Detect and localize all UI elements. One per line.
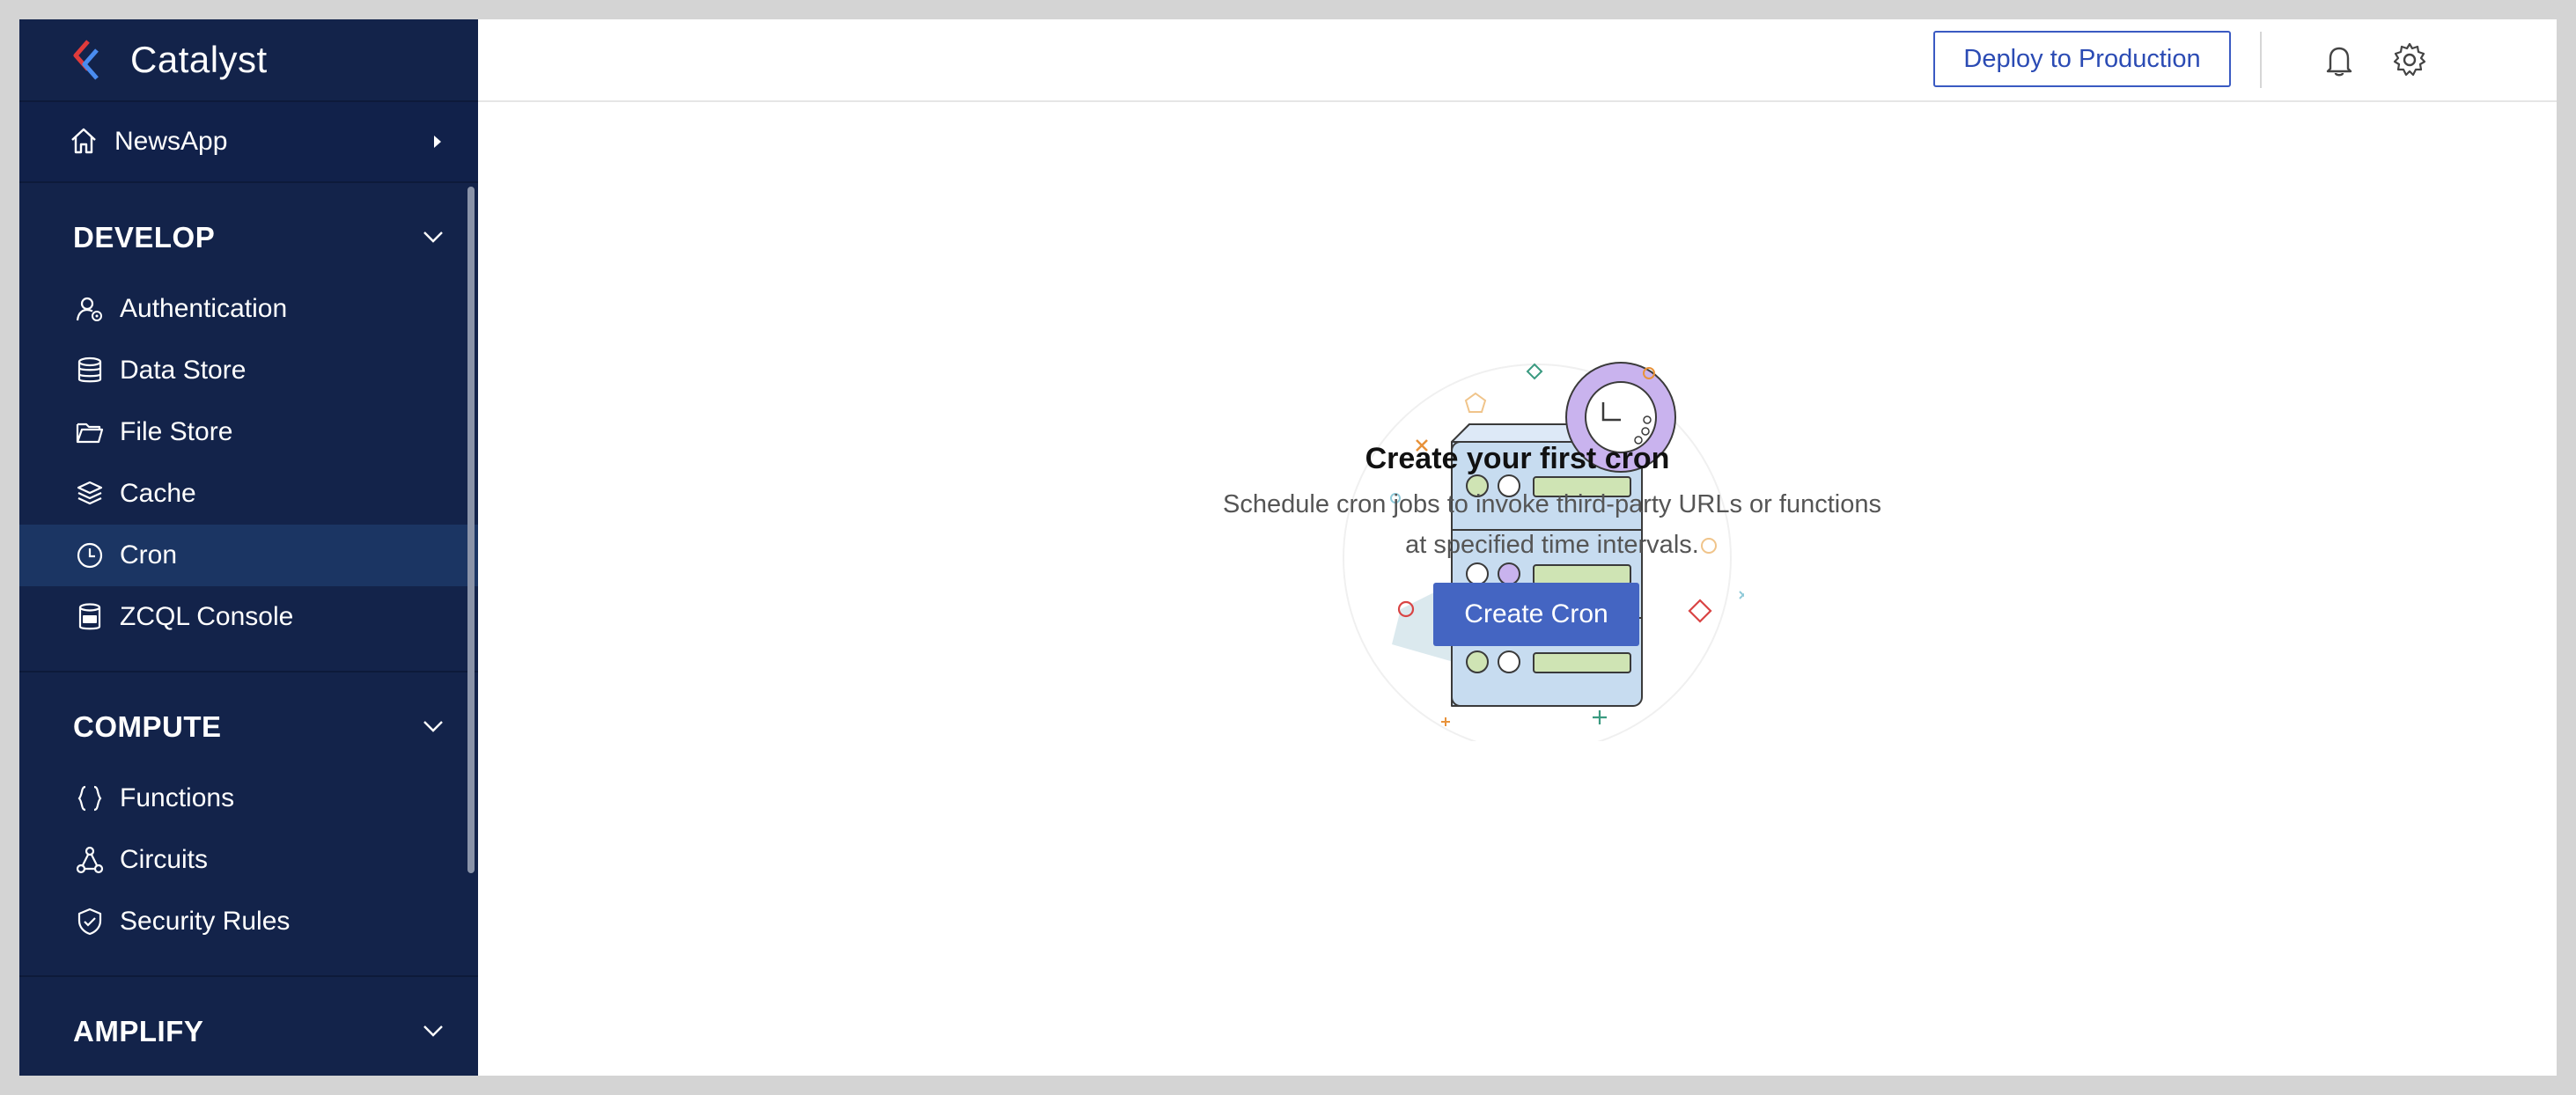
project-selector[interactable]: NewsApp bbox=[19, 102, 478, 183]
brand-header[interactable]: Catalyst bbox=[19, 19, 478, 102]
app-window: Catalyst NewsApp DEVELOP Authentication bbox=[19, 19, 2557, 1076]
sidebar-item-label: Functions bbox=[120, 783, 235, 812]
shield-icon bbox=[74, 906, 106, 937]
circuit-icon bbox=[74, 844, 106, 876]
gear-icon[interactable] bbox=[2388, 39, 2431, 81]
sidebar-item-label: Data Store bbox=[120, 356, 247, 385]
top-bar: Deploy to Production bbox=[478, 19, 2557, 102]
empty-state-description-line: at specified time intervals. bbox=[1405, 531, 1699, 559]
sidebar-item-authentication[interactable]: Authentication bbox=[19, 278, 478, 340]
empty-state-description-line: Schedule cron jobs to invoke third-party… bbox=[1223, 490, 1881, 518]
chevron-down-icon bbox=[420, 1018, 446, 1044]
sidebar-item-label: Circuits bbox=[120, 845, 209, 874]
layers-icon bbox=[74, 478, 106, 510]
sidebar-item-zcql-console[interactable]: ZCQL Console bbox=[19, 586, 478, 648]
home-icon bbox=[69, 126, 100, 158]
sidebar-item-label: Cache bbox=[120, 479, 196, 508]
project-name: NewsApp bbox=[114, 127, 228, 156]
database-icon bbox=[74, 355, 106, 386]
empty-state-description: Schedule cron jobs to invoke third-party… bbox=[1147, 484, 1957, 565]
user-lock-icon bbox=[74, 293, 106, 325]
section-divider bbox=[19, 975, 478, 977]
clock-icon bbox=[74, 540, 106, 571]
caret-right-icon bbox=[432, 134, 443, 154]
sidebar: Catalyst NewsApp DEVELOP Authentication bbox=[19, 19, 478, 1076]
sidebar-item-cron[interactable]: Cron bbox=[19, 525, 478, 586]
folder-icon bbox=[74, 416, 106, 448]
sidebar-item-label: Cron bbox=[120, 540, 178, 570]
sidebar-item-label: File Store bbox=[120, 417, 233, 446]
section-compute-header[interactable]: COMPUTE bbox=[19, 687, 478, 768]
deploy-to-production-button[interactable]: Deploy to Production bbox=[1933, 31, 2231, 87]
empty-state-title: Create your first cron bbox=[1365, 442, 1670, 475]
divider bbox=[2260, 32, 2262, 88]
sql-icon bbox=[74, 601, 106, 633]
sidebar-scrollbar[interactable] bbox=[467, 187, 475, 873]
create-cron-button[interactable]: Create Cron bbox=[1433, 583, 1639, 646]
braces-icon bbox=[74, 783, 106, 814]
sidebar-item-label: ZCQL Console bbox=[120, 602, 294, 631]
section-divider bbox=[19, 671, 478, 672]
section-label: AMPLIFY bbox=[73, 1015, 204, 1047]
catalyst-logo-icon bbox=[67, 38, 111, 82]
sidebar-item-file-store[interactable]: File Store bbox=[19, 401, 478, 463]
sidebar-item-label: Security Rules bbox=[120, 907, 291, 936]
section-label: DEVELOP bbox=[73, 221, 216, 254]
sidebar-item-functions[interactable]: Functions bbox=[19, 768, 478, 829]
sidebar-item-cache[interactable]: Cache bbox=[19, 463, 478, 525]
section-develop-header[interactable]: DEVELOP bbox=[19, 197, 478, 278]
main-content: Deploy to Production Create your first c… bbox=[478, 19, 2557, 1076]
brand-name: Catalyst bbox=[130, 39, 268, 80]
bell-icon[interactable] bbox=[2318, 39, 2360, 81]
sidebar-item-circuits[interactable]: Circuits bbox=[19, 829, 478, 891]
chevron-down-icon bbox=[420, 713, 446, 739]
sidebar-item-data-store[interactable]: Data Store bbox=[19, 340, 478, 401]
section-label: COMPUTE bbox=[73, 710, 222, 743]
chevron-down-icon bbox=[420, 224, 446, 250]
section-amplify-header[interactable]: AMPLIFY bbox=[19, 991, 478, 1072]
sidebar-item-label: Authentication bbox=[120, 294, 288, 323]
sidebar-item-security-rules[interactable]: Security Rules bbox=[19, 891, 478, 952]
